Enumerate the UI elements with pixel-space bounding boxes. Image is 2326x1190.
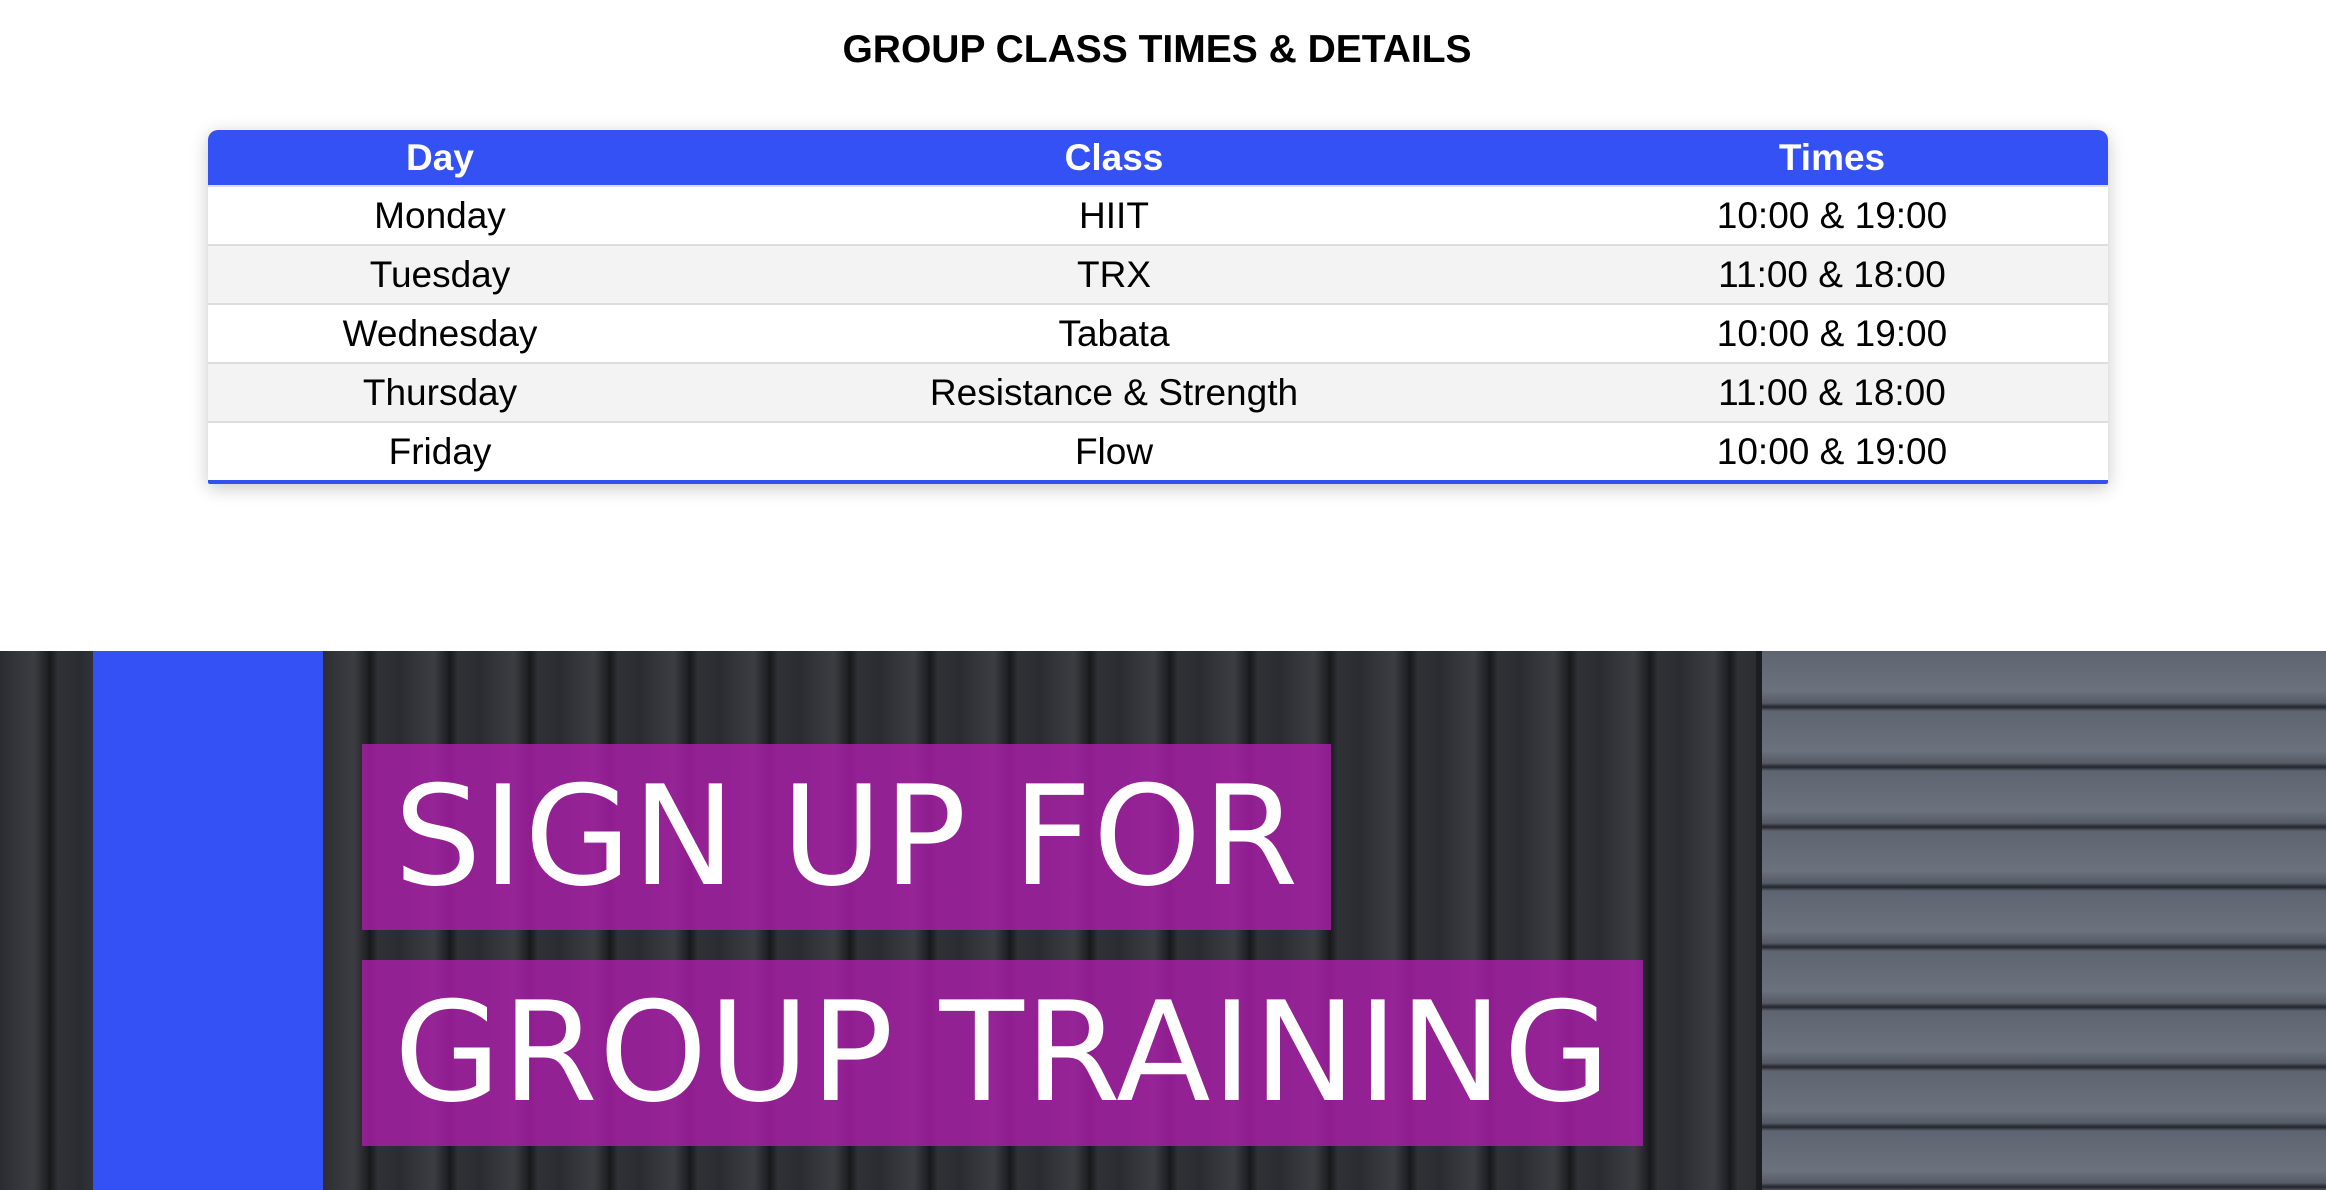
cell-times: 10:00 & 19:00 — [1556, 303, 2108, 363]
signup-headline: SIGN UP FOR GROUP TRAINING — [362, 744, 1762, 1146]
table-header-row: Day Class Times — [208, 130, 2108, 186]
column-header-day: Day — [208, 130, 672, 186]
class-schedule-table: Day Class Times Monday HIIT 10:00 & 19:0… — [208, 130, 2108, 484]
cell-day: Monday — [208, 185, 672, 245]
column-header-class: Class — [672, 130, 1556, 186]
cell-class: HIIT — [672, 185, 1556, 245]
cell-day: Thursday — [208, 362, 672, 422]
banner-background-siding — [1756, 651, 2326, 1190]
banner-accent-bar — [93, 651, 323, 1190]
cell-day: Tuesday — [208, 244, 672, 304]
cell-day: Friday — [208, 421, 672, 480]
cell-times: 10:00 & 19:00 — [1556, 185, 2108, 245]
column-header-times: Times — [1556, 130, 2108, 186]
signup-headline-line-2: GROUP TRAINING — [362, 960, 1644, 1146]
cell-times: 11:00 & 18:00 — [1556, 362, 2108, 422]
signup-banner: SIGN UP FOR GROUP TRAINING — [0, 651, 2326, 1190]
page: GROUP CLASS TIMES & DETAILS Day Class Ti… — [0, 0, 2326, 1190]
page-title: GROUP CLASS TIMES & DETAILS — [842, 28, 1472, 71]
table-row: Monday HIIT 10:00 & 19:00 — [208, 185, 2108, 245]
table-row: Wednesday Tabata 10:00 & 19:00 — [208, 303, 2108, 363]
table-row: Thursday Resistance & Strength 11:00 & 1… — [208, 362, 2108, 422]
cell-times: 11:00 & 18:00 — [1556, 244, 2108, 304]
table-row: Tuesday TRX 11:00 & 18:00 — [208, 244, 2108, 304]
table-row: Friday Flow 10:00 & 19:00 — [208, 421, 2108, 480]
cell-class: TRX — [672, 244, 1556, 304]
cell-day: Wednesday — [208, 303, 672, 363]
cell-times: 10:00 & 19:00 — [1556, 421, 2108, 480]
cell-class: Flow — [672, 421, 1556, 480]
signup-headline-line-1: SIGN UP FOR — [362, 744, 1332, 930]
cell-class: Tabata — [672, 303, 1556, 363]
cell-class: Resistance & Strength — [672, 362, 1556, 422]
